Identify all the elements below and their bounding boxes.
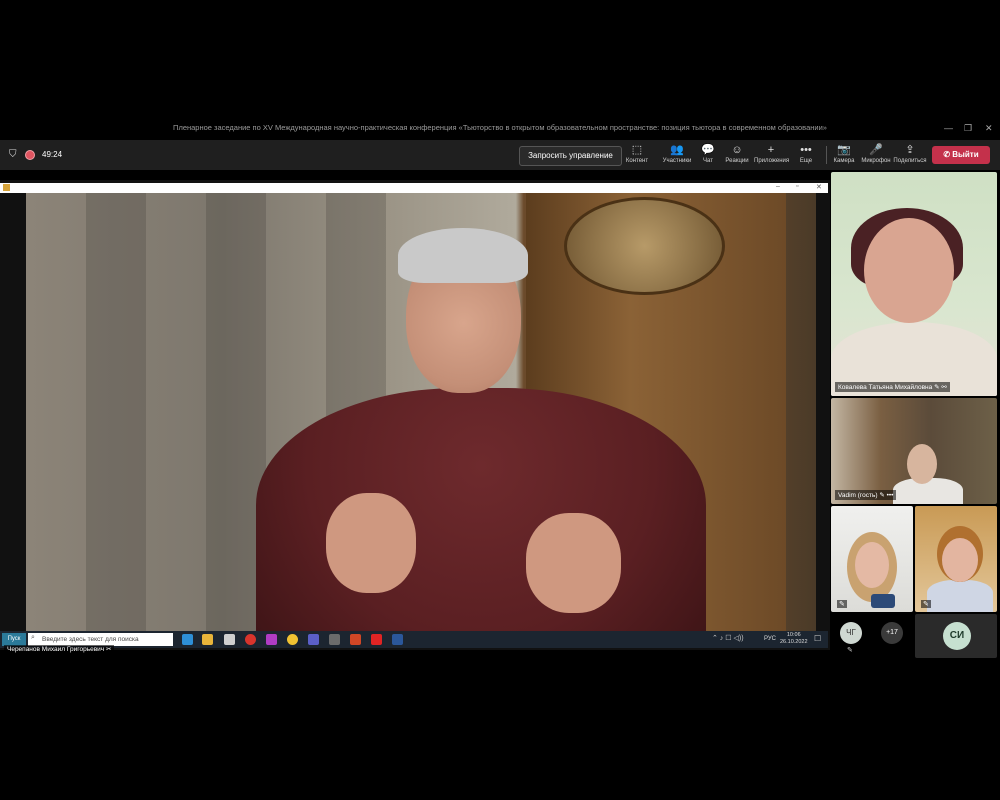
chrome-icon[interactable] — [287, 634, 298, 645]
input-language[interactable]: РУС — [764, 636, 776, 642]
reactions-icon: ☺ — [731, 144, 743, 156]
reactions-label: Реакции — [725, 158, 749, 164]
speaker-name-tag: Черепанов Михаил Григорьевич ✂ — [4, 645, 115, 655]
speaker-body — [256, 388, 706, 631]
share-label: Поделиться — [893, 158, 927, 164]
mic-label: Микрофон — [861, 158, 891, 164]
shield-icon: ⛉ — [9, 149, 17, 160]
mic-off-icon: ✂ — [106, 646, 112, 653]
self-avatar[interactable]: СИ — [943, 622, 971, 650]
participant-face — [942, 538, 978, 582]
mic-off-icon: ✎ — [837, 600, 847, 608]
camera-label: Камера — [833, 158, 855, 164]
powerpoint-icon[interactable] — [350, 634, 361, 645]
curtain-fold — [86, 193, 146, 631]
participant-avatar[interactable]: ЧГ — [840, 622, 862, 644]
share-icon: ⇪ — [905, 144, 915, 156]
mic-off-icon: ✎ — [921, 600, 931, 608]
maximize-button[interactable]: ❐ — [964, 123, 972, 134]
folder-icon[interactable] — [202, 634, 213, 645]
people-icon: 👥 — [670, 144, 684, 156]
search-icon: ⌕ — [31, 634, 35, 641]
recording-icon — [25, 150, 35, 160]
mic-off-icon: ✎ — [847, 647, 853, 654]
app-icon — [3, 184, 10, 191]
window-title: Пленарное заседание по XV Международная … — [173, 123, 827, 132]
participant-face — [855, 542, 889, 588]
teams-icon[interactable] — [308, 634, 319, 645]
mic-off-icon: ✎ ••• — [879, 492, 894, 499]
window-title-bar: Пленарное заседание по XV Международная … — [0, 120, 1000, 138]
content-label: Контент — [625, 158, 649, 164]
speaker-right-hand — [526, 513, 621, 613]
speaker-hair — [398, 228, 528, 283]
app-icon[interactable] — [329, 634, 340, 645]
participant-name-tag: Vadim (гость) ✎ ••• — [835, 490, 897, 500]
notification-icon[interactable]: ☐ — [814, 634, 821, 643]
shared-maximize-icon: ▫ — [796, 183, 799, 190]
speaker-left-hand — [326, 493, 416, 593]
leave-button[interactable]: ✆ Выйти — [932, 146, 990, 164]
participant-face — [907, 444, 937, 484]
opera-icon[interactable] — [245, 634, 256, 645]
participant-camera-prop — [871, 594, 895, 608]
apps-icon: + — [767, 144, 775, 156]
participant-face — [864, 218, 954, 323]
content-icon: ⬚ — [631, 144, 643, 156]
edge-icon[interactable] — [182, 634, 193, 645]
more-button[interactable]: ••• Еще — [789, 143, 823, 169]
participants-label: Участники — [662, 158, 692, 164]
participants-button[interactable]: 👥 Участники — [660, 143, 694, 169]
meeting-timer: 49:24 — [42, 150, 63, 159]
minimize-button[interactable]: — — [944, 123, 953, 133]
participant-tile[interactable]: Vadim (гость) ✎ ••• — [831, 398, 997, 504]
participant-tile[interactable]: Ковалева Татьяна Михайловна ✎ ⚯ — [831, 172, 997, 396]
leave-label: Выйти — [952, 150, 979, 159]
share-button[interactable]: ⇪ Поделиться — [893, 143, 927, 169]
speaker-name: Черепанов Михаил Григорьевич — [7, 646, 105, 653]
tray-icons[interactable]: ⌃ ♪ ☐ ◁)) — [712, 634, 744, 642]
participant-name-tag: Ковалева Татьяна Михайловна ✎ ⚯ — [835, 382, 950, 392]
word-icon[interactable] — [392, 634, 403, 645]
tray-time: 10:06 — [786, 632, 801, 638]
shared-close-icon: ✕ — [816, 184, 822, 191]
shared-window-titlebar: – ▫ ✕ — [0, 183, 828, 193]
request-control-button[interactable]: Запросить управление — [519, 146, 622, 166]
app-icon[interactable] — [224, 634, 235, 645]
phone-hangup-icon: ✆ — [943, 150, 953, 159]
participant-body — [927, 580, 993, 612]
content-button[interactable]: ⬚ Контент — [620, 143, 654, 169]
clock-face — [564, 197, 725, 295]
participant-name: Ковалева Татьяна Михайловна — [838, 384, 933, 391]
close-window-button[interactable]: ✕ — [985, 123, 993, 134]
camera-button[interactable]: 📷 Камера — [827, 143, 861, 169]
participant-name: Vadim (гость) — [838, 492, 878, 499]
reactions-button[interactable]: ☺ Реакции — [720, 143, 754, 169]
mic-icon: 🎤 — [869, 144, 883, 156]
participant-tile[interactable]: ✎ — [831, 506, 913, 612]
tray-clock[interactable]: 10:06 26.10.2022 — [780, 632, 808, 646]
camera-icon: 📷 — [837, 144, 851, 156]
app-icon[interactable] — [266, 634, 277, 645]
mic-button[interactable]: 🎤 Микрофон — [859, 143, 893, 169]
tray-date: 26.10.2022 — [780, 639, 808, 645]
apps-button[interactable]: + Приложения — [754, 143, 790, 169]
mic-icon: ✎ ⚯ — [934, 384, 947, 391]
meeting-toolbar: ⛉ 49:24 ⬚ Контент 👥 Участники 💬 Чат ☺ Ре… — [0, 140, 1000, 170]
more-label: Еще — [799, 158, 813, 164]
speaker-video — [26, 193, 816, 631]
more-participants-button[interactable]: +17 — [881, 622, 903, 644]
participant-tile[interactable]: ✎ — [915, 506, 997, 612]
apps-label: Приложения — [754, 158, 790, 164]
more-icon: ••• — [800, 144, 812, 156]
shared-minimize-icon: – — [776, 183, 780, 190]
pdf-icon[interactable] — [371, 634, 382, 645]
